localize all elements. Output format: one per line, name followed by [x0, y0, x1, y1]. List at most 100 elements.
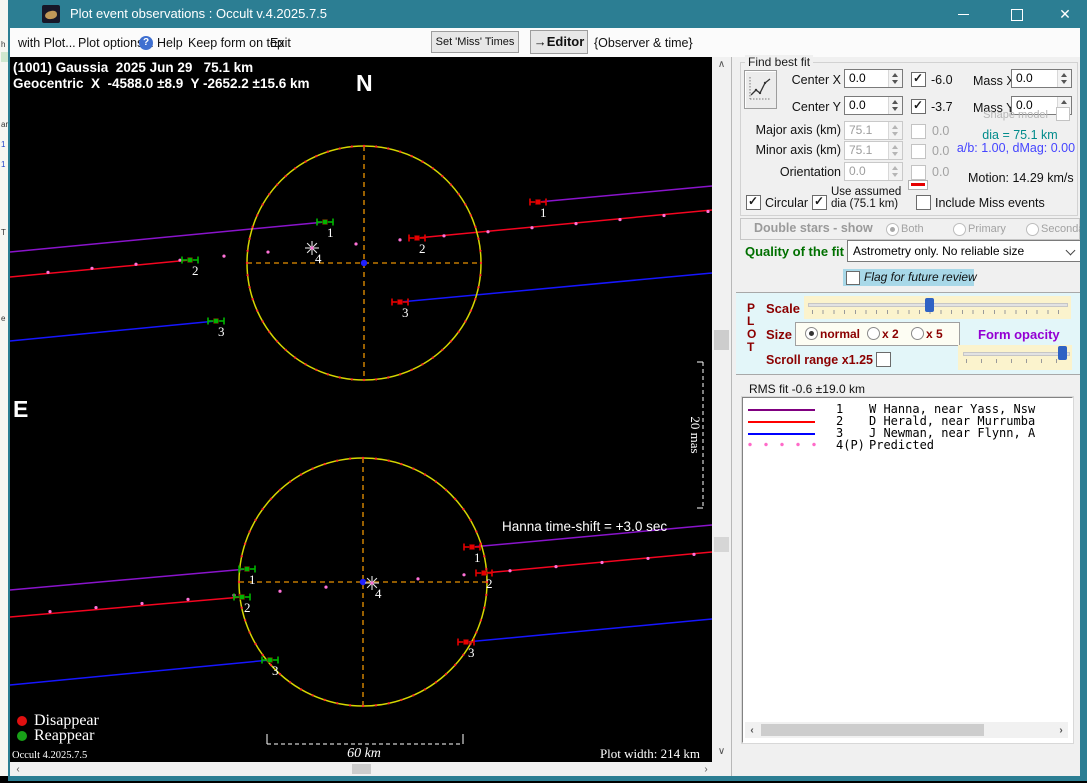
- use-assumed-label: Use assumed dia (75.1 km): [831, 186, 902, 210]
- list-scroll-left-icon[interactable]: ‹: [747, 725, 757, 736]
- limb-tick-dot: [284, 348, 287, 352]
- predicted-dot: [618, 217, 622, 222]
- limb-tick-dot: [304, 363, 307, 366]
- center-x-checkbox[interactable]: [911, 71, 926, 87]
- list-hscroll-thumb[interactable]: [761, 724, 984, 736]
- circular-checkbox[interactable]: [746, 194, 761, 210]
- window-title: Plot event observations : Occult v.4.202…: [70, 6, 328, 21]
- limb-tick-dot: [245, 261, 249, 265]
- minimize-button[interactable]: [946, 0, 980, 28]
- major-axis-label: Major axis (km): [755, 123, 841, 137]
- close-button[interactable]: ✕: [1048, 0, 1082, 28]
- limb-tick-dot: [237, 580, 241, 584]
- size-x2-label: x 2: [882, 327, 899, 341]
- spinner-icon[interactable]: [1057, 70, 1071, 87]
- size-normal-label: normal: [820, 327, 861, 341]
- svg-text:4: 4: [315, 251, 322, 266]
- limb-tick-dot: [248, 631, 251, 634]
- fit-chart-button[interactable]: [744, 70, 777, 109]
- spinner-icon[interactable]: [888, 97, 902, 114]
- limb-tick-dot: [254, 518, 257, 522]
- plot-vscroll-thumb[interactable]: [714, 330, 729, 350]
- limb-tick-dot: [255, 214, 259, 217]
- legend-num: 4(P): [836, 438, 865, 452]
- limb-tick-dot: [261, 320, 264, 323]
- mass-x-input[interactable]: 0.0: [1011, 69, 1072, 88]
- scale-slider[interactable]: [804, 296, 1071, 319]
- opacity-slider-track[interactable]: [963, 352, 1070, 356]
- plot-width-label: Plot width: 214 km: [599, 746, 700, 761]
- limb-tick-dot: [311, 467, 314, 470]
- quality-dropdown[interactable]: Astrometry only. No reliable size: [847, 240, 1082, 262]
- limb-tick-dot: [479, 249, 482, 252]
- marker-label: 2: [419, 241, 426, 256]
- limb-tick-dot: [479, 619, 483, 622]
- limb-tick-dot: [248, 286, 251, 289]
- spinner-icon[interactable]: [888, 70, 902, 87]
- scale-slider-track[interactable]: [808, 303, 1068, 307]
- size-normal-radio[interactable]: [805, 327, 818, 340]
- size-x5-radio[interactable]: [911, 327, 924, 340]
- include-miss-label: Include Miss events: [935, 196, 1045, 210]
- editor-button[interactable]: →Editor: [530, 30, 588, 54]
- menu-exit[interactable]: Exit: [270, 36, 291, 50]
- scroll-down-icon[interactable]: ∨: [712, 746, 731, 757]
- minor-axis-checkbox: [911, 144, 926, 159]
- event-marker: 3: [207, 317, 225, 339]
- limb-tick-dot: [449, 183, 453, 186]
- include-miss-checkbox[interactable]: [916, 195, 931, 210]
- limb-tick-dot: [434, 681, 438, 684]
- scale-slider-ticks: [812, 310, 1064, 314]
- use-assumed-checkbox[interactable]: [812, 194, 827, 210]
- predicted-dot: [140, 601, 144, 606]
- center-y-checkbox[interactable]: [911, 98, 926, 114]
- scroll-range-checkbox[interactable]: [876, 352, 891, 367]
- limb-tick-dot: [485, 593, 488, 597]
- help-icon[interactable]: ?: [139, 36, 153, 50]
- menu-with-plot[interactable]: with Plot...: [18, 36, 76, 50]
- occultation-plot[interactable]: 12312341231234Hanna time-shift = +3.0 se…: [10, 57, 712, 760]
- marker-label: 2: [486, 576, 493, 591]
- maximize-button[interactable]: [1000, 0, 1034, 28]
- size-x2-radio[interactable]: [867, 327, 880, 340]
- scroll-up-icon[interactable]: ∧: [712, 59, 731, 70]
- limb-tick-dot: [485, 567, 488, 571]
- predicted-dot: [462, 573, 466, 577]
- set-miss-times-button[interactable]: Set 'Miss' Times: [431, 31, 519, 53]
- scale-slider-thumb[interactable]: [925, 298, 934, 312]
- center-y-input[interactable]: 0.0: [844, 96, 903, 115]
- minor-axis-input: 75.1: [844, 141, 903, 160]
- double-primary-radio: [953, 223, 966, 236]
- scroll-range-label: Scroll range x1.25: [766, 353, 874, 367]
- limb-tick-dot: [457, 193, 460, 196]
- plot-hscroll-thumb[interactable]: [352, 764, 371, 774]
- opacity-slider-thumb[interactable]: [1058, 346, 1067, 360]
- limb-tick-dot: [326, 150, 329, 153]
- limb-tick-dot: [374, 457, 378, 460]
- event-marker: 1: [316, 218, 334, 240]
- plot-vscrollbar[interactable]: [712, 57, 731, 762]
- scroll-left-icon[interactable]: ‹: [12, 764, 24, 775]
- svg-text:4: 4: [375, 586, 382, 601]
- limb-tick-dot: [464, 203, 467, 206]
- legend-name: Predicted: [869, 438, 935, 452]
- flag-checkbox[interactable]: [846, 271, 860, 285]
- occult-window: h ar T e11 Plot event observations : Occul…: [0, 0, 1087, 783]
- menu-help[interactable]: Help: [157, 36, 183, 50]
- limb-tick-dot: [361, 456, 365, 460]
- list-scroll-right-icon[interactable]: ›: [1056, 725, 1066, 736]
- limb-tick-dot: [338, 376, 341, 379]
- center-y-residual: -3.7: [931, 100, 953, 114]
- app-icon: [42, 5, 60, 23]
- event-marker: 1: [529, 198, 547, 220]
- limb-tick-dot: [261, 653, 264, 657]
- shape-model-label: Shape model: [983, 109, 1048, 121]
- reappear-dot: [17, 731, 27, 741]
- scroll-right-icon[interactable]: ›: [700, 764, 712, 775]
- legend-line-3: [748, 433, 815, 435]
- limb-tick-dot: [387, 376, 390, 379]
- limb-tick-dot: [336, 702, 339, 705]
- opacity-slider[interactable]: [958, 345, 1072, 370]
- limb-tick-dot: [475, 631, 478, 634]
- center-x-input[interactable]: 0.0: [844, 69, 903, 88]
